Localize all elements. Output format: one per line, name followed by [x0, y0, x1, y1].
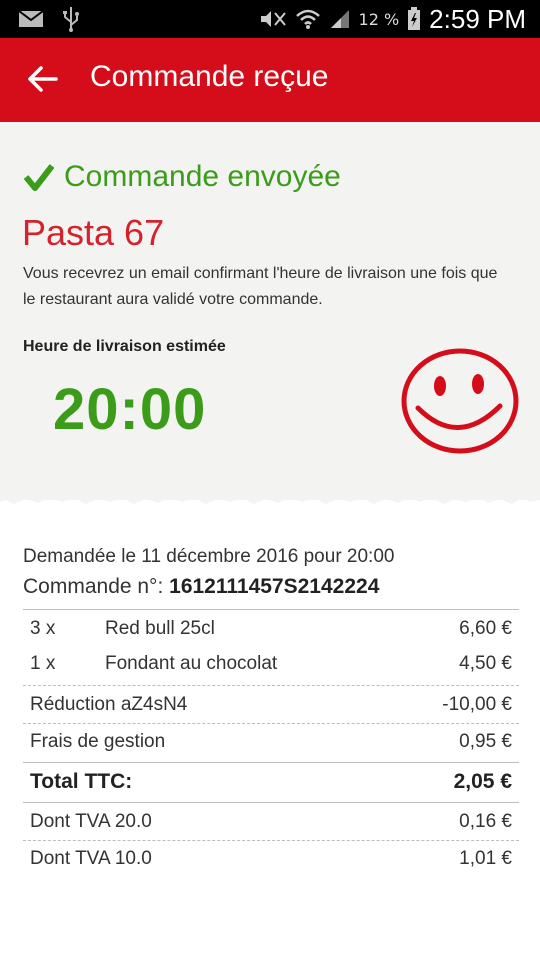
info-text: Vous recevrez un email confirmant l'heur…	[23, 265, 498, 308]
item-amount: 4,50 €	[459, 653, 512, 674]
divider	[23, 840, 519, 841]
mail-icon	[18, 10, 44, 27]
page-title: Commande reçue	[90, 60, 329, 93]
tax-label: Dont TVA 10.0	[30, 848, 152, 869]
wifi-icon	[295, 9, 320, 29]
tax-amount: 1,01 €	[459, 848, 512, 869]
discount-amount: -10,00 €	[442, 694, 512, 715]
item-qty: 1 x	[30, 653, 56, 674]
mute-icon	[260, 11, 286, 27]
eta-label: Heure de livraison estimée	[23, 338, 226, 355]
signal-icon	[330, 10, 349, 28]
status-bar: 12 % 2:59 PM	[0, 0, 540, 38]
fees-amount: 0,95 €	[459, 731, 512, 752]
divider	[23, 802, 519, 803]
smiley-icon	[401, 348, 519, 454]
item-amount: 6,60 €	[459, 618, 512, 639]
check-icon	[24, 164, 54, 191]
item-qty: 3 x	[30, 618, 56, 639]
discount-label: Réduction aZ4sN4	[30, 694, 188, 715]
order-number-label: Commande n°:	[23, 575, 170, 598]
arrow-back-icon[interactable]	[26, 62, 60, 96]
battery-percent: 12 %	[358, 9, 400, 29]
usb-icon	[63, 7, 79, 32]
divider	[23, 723, 519, 724]
item-name: Red bull 25cl	[105, 618, 215, 639]
app-bar: Commande reçue	[0, 38, 540, 122]
requested-date: Demandée le 11 décembre 2016 pour 20:00	[23, 546, 395, 567]
divider	[23, 609, 519, 610]
divider	[23, 762, 519, 763]
total-amount: 2,05 €	[453, 770, 512, 793]
order-sent-status: Commande envoyée	[24, 160, 341, 194]
torn-edge	[0, 480, 540, 504]
item-name: Fondant au chocolat	[105, 653, 278, 674]
fees-label: Frais de gestion	[30, 731, 166, 752]
status-text: Commande envoyée	[64, 160, 341, 193]
tax-amount: 0,16 €	[459, 811, 512, 832]
status-time: 2:59 PM	[429, 3, 526, 34]
battery-icon	[408, 7, 421, 30]
divider	[23, 685, 519, 686]
tax-label: Dont TVA 20.0	[30, 811, 152, 832]
order-number-row: Commande n°: 1612111457S2142224	[23, 575, 379, 599]
eta-time: 20:00	[53, 377, 207, 442]
restaurant-name: Pasta 67	[22, 212, 165, 253]
order-number: 1612111457S2142224	[169, 575, 380, 598]
total-label: Total TTC:	[30, 770, 133, 793]
